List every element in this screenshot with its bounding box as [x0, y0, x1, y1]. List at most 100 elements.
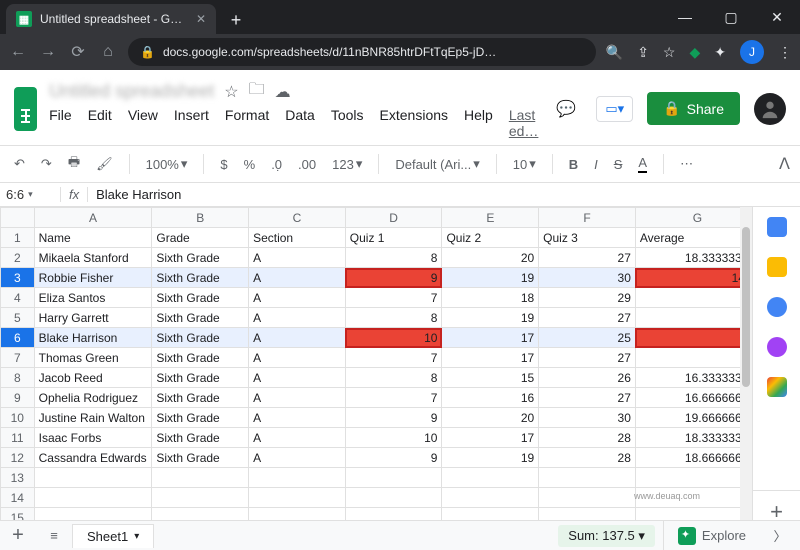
cell[interactable]: Sixth Grade: [152, 448, 249, 468]
cell[interactable]: Robbie Fisher: [34, 268, 152, 288]
row-header[interactable]: 9: [1, 388, 35, 408]
bookmark-icon[interactable]: ☆: [663, 44, 676, 61]
cell[interactable]: [34, 488, 152, 508]
cell[interactable]: Sixth Grade: [152, 388, 249, 408]
cell[interactable]: 18.66666667: [635, 448, 752, 468]
cell[interactable]: A: [249, 328, 346, 348]
row-header[interactable]: 8: [1, 368, 35, 388]
more-tools-icon[interactable]: ⋯: [676, 153, 697, 175]
col-header-E[interactable]: E: [442, 208, 539, 228]
row-header[interactable]: 12: [1, 448, 35, 468]
spreadsheet-grid[interactable]: ABCDEFG1NameGradeSectionQuiz 1Quiz 2Quiz…: [0, 207, 752, 535]
menu-view[interactable]: View: [128, 107, 158, 139]
cell[interactable]: Harry Garrett: [34, 308, 152, 328]
decrease-decimal-icon[interactable]: .0̣: [267, 154, 286, 175]
cell[interactable]: 18: [635, 308, 752, 328]
cell[interactable]: Grade: [152, 228, 249, 248]
cell[interactable]: Eliza Santos: [34, 288, 152, 308]
cell[interactable]: 17: [442, 428, 539, 448]
menu-edit[interactable]: Edit: [88, 107, 112, 139]
cell[interactable]: A: [249, 288, 346, 308]
maps-icon[interactable]: [767, 377, 787, 397]
cell[interactable]: 15: [442, 368, 539, 388]
cell[interactable]: [539, 468, 636, 488]
cell[interactable]: 19.66666667: [635, 408, 752, 428]
share-button[interactable]: 🔒 Share: [647, 92, 740, 125]
comments-icon[interactable]: 💬: [550, 93, 582, 125]
nav-home-icon[interactable]: ⌂: [98, 43, 118, 61]
close-tab-icon[interactable]: ✕: [196, 12, 206, 26]
cell[interactable]: 29: [539, 288, 636, 308]
cell[interactable]: [635, 468, 752, 488]
undo-icon[interactable]: ↶: [10, 153, 29, 175]
cell[interactable]: A: [249, 248, 346, 268]
cell[interactable]: 26: [539, 368, 636, 388]
cell[interactable]: 20: [442, 408, 539, 428]
cell[interactable]: A: [249, 348, 346, 368]
cell[interactable]: Sixth Grade: [152, 348, 249, 368]
menu-tools[interactable]: Tools: [331, 107, 364, 139]
cell[interactable]: 9: [345, 408, 442, 428]
row-header[interactable]: 3: [1, 268, 35, 288]
sheet-tab[interactable]: Sheet1▾: [72, 524, 154, 548]
url-field[interactable]: 🔒 docs.google.com/spreadsheets/d/11nBNR8…: [128, 38, 596, 66]
currency-icon[interactable]: $: [216, 154, 231, 175]
menu-help[interactable]: Help: [464, 107, 493, 139]
meet-button[interactable]: ▭▾: [596, 96, 633, 122]
cell[interactable]: 13: [635, 328, 752, 348]
cell[interactable]: 28: [539, 448, 636, 468]
tasks-icon[interactable]: [767, 297, 787, 317]
cell[interactable]: Blake Harrison: [34, 328, 152, 348]
vertical-scrollbar[interactable]: [740, 207, 752, 535]
window-minimize-icon[interactable]: —: [662, 0, 708, 34]
cell[interactable]: Sixth Grade: [152, 408, 249, 428]
row-header[interactable]: 7: [1, 348, 35, 368]
font-size-select[interactable]: 10 ▾: [509, 153, 540, 175]
cell[interactable]: 27: [539, 248, 636, 268]
cell[interactable]: Sixth Grade: [152, 248, 249, 268]
cell[interactable]: Cassandra Edwards: [34, 448, 152, 468]
row-header[interactable]: 14: [1, 488, 35, 508]
cell[interactable]: 18: [442, 288, 539, 308]
number-format-select[interactable]: 123▾: [328, 153, 366, 175]
move-icon[interactable]: 🗀: [249, 78, 265, 105]
cell[interactable]: 7: [345, 388, 442, 408]
cell[interactable]: Sixth Grade: [152, 428, 249, 448]
text-color-icon[interactable]: A: [634, 152, 651, 176]
cell[interactable]: 16.33333333: [635, 368, 752, 388]
cell[interactable]: Mikaela Stanford: [34, 248, 152, 268]
all-sheets-icon[interactable]: ≡: [36, 528, 72, 543]
zoom-select[interactable]: 100% ▾: [142, 153, 192, 175]
window-maximize-icon[interactable]: ▢: [708, 0, 754, 34]
cell[interactable]: [249, 468, 346, 488]
calendar-icon[interactable]: [767, 217, 787, 237]
cell[interactable]: A: [249, 368, 346, 388]
cell[interactable]: A: [249, 388, 346, 408]
cell[interactable]: 18: [635, 288, 752, 308]
paint-format-icon[interactable]: 🖌: [92, 153, 117, 175]
cell[interactable]: 18.33333333: [635, 428, 752, 448]
col-header-D[interactable]: D: [345, 208, 442, 228]
nav-back-icon[interactable]: ←: [8, 43, 28, 61]
collapse-toolbar-icon[interactable]: ᐱ: [779, 154, 790, 174]
cell[interactable]: Sixth Grade: [152, 288, 249, 308]
increase-decimal-icon[interactable]: .00: [294, 154, 320, 175]
strikethrough-icon[interactable]: S: [610, 154, 627, 175]
cell[interactable]: A: [249, 428, 346, 448]
cell[interactable]: 27: [539, 388, 636, 408]
percent-icon[interactable]: %: [240, 154, 260, 175]
share-page-icon[interactable]: ⇪: [637, 44, 649, 61]
cell[interactable]: Thomas Green: [34, 348, 152, 368]
cell[interactable]: 25: [539, 328, 636, 348]
col-header-G[interactable]: G: [635, 208, 752, 228]
explore-button[interactable]: Explore: [663, 521, 760, 550]
cell[interactable]: Sixth Grade: [152, 268, 249, 288]
cell[interactable]: Quiz 3: [539, 228, 636, 248]
cell[interactable]: Sixth Grade: [152, 308, 249, 328]
cell[interactable]: 27: [539, 348, 636, 368]
cell[interactable]: 19: [442, 448, 539, 468]
print-icon[interactable]: 🖶: [64, 150, 84, 178]
last-edit-link[interactable]: Last ed…: [509, 107, 539, 139]
cell[interactable]: 7: [345, 288, 442, 308]
col-header-C[interactable]: C: [249, 208, 346, 228]
